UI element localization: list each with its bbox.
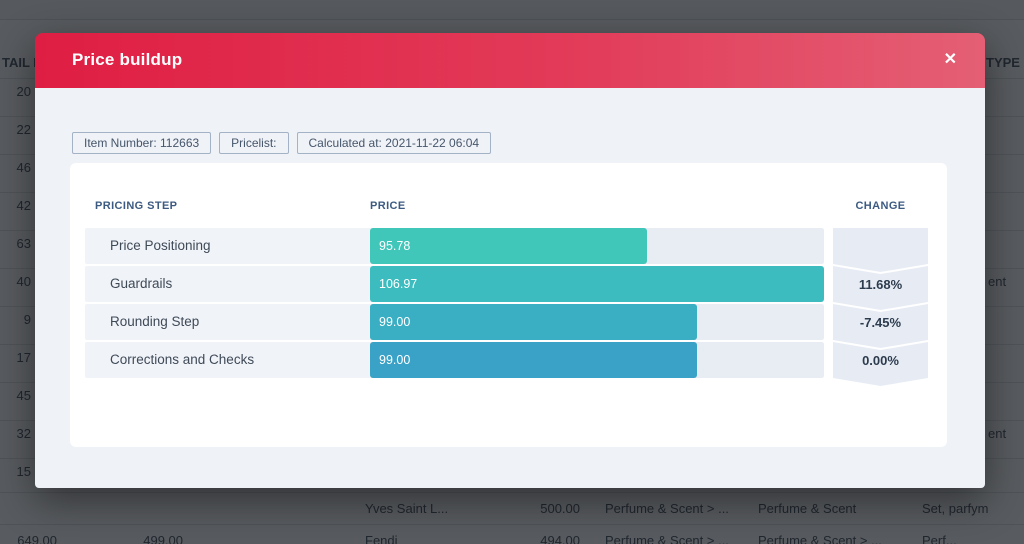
price-bar: 99.00 (370, 304, 697, 340)
pricing-steps-card: PRICING STEP PRICE CHANGE Price Position… (70, 163, 947, 447)
pricelist-field: Pricelist: (219, 132, 289, 154)
price-bar: 95.78 (370, 228, 647, 264)
change-badge: 0.00% (833, 342, 928, 386)
price-bar-track: 106.97 (370, 266, 824, 302)
pricing-step-row: Guardrails 106.97 11.68% (70, 266, 947, 302)
pricing-step-row: Rounding Step 99.00 -7.45% (70, 304, 947, 340)
pricing-step-row: Price Positioning 95.78 (70, 228, 947, 264)
row-background: Rounding Step 99.00 (85, 304, 824, 340)
price-value: 99.00 (379, 315, 411, 329)
price-buildup-modal: Price buildup ✕ Item Number: 112663 Pric… (35, 33, 985, 488)
info-row: Item Number: 112663 Pricelist: Calculate… (72, 132, 492, 154)
price-value: 95.78 (379, 239, 411, 253)
modal-body: Item Number: 112663 Pricelist: Calculate… (35, 88, 985, 488)
column-header-price: PRICE (370, 200, 406, 212)
step-label: Rounding Step (110, 314, 200, 329)
step-label: Corrections and Checks (110, 352, 255, 367)
modal-header: Price buildup ✕ (35, 33, 985, 88)
calculated-at-field: Calculated at: 2021-11-22 06:04 (296, 132, 492, 154)
price-bar: 106.97 (370, 266, 824, 302)
price-bar-track: 95.78 (370, 228, 824, 264)
price-bar-track: 99.00 (370, 342, 824, 378)
column-header-change: CHANGE (855, 200, 906, 212)
price-value: 99.00 (379, 353, 411, 367)
step-label: Price Positioning (110, 238, 211, 253)
row-background: Price Positioning 95.78 (85, 228, 824, 264)
price-bar: 99.00 (370, 342, 697, 378)
row-background: Corrections and Checks 99.00 (85, 342, 824, 378)
price-value: 106.97 (379, 277, 418, 291)
pricing-step-row: Corrections and Checks 99.00 0.00% (70, 342, 947, 378)
row-background: Guardrails 106.97 (85, 266, 824, 302)
column-header-pricing-step: PRICING STEP (95, 200, 178, 212)
step-label: Guardrails (110, 276, 173, 291)
item-number-field: Item Number: 112663 (72, 132, 212, 154)
modal-title: Price buildup (72, 50, 183, 69)
price-bar-track: 99.00 (370, 304, 824, 340)
close-icon[interactable]: ✕ (944, 49, 957, 71)
